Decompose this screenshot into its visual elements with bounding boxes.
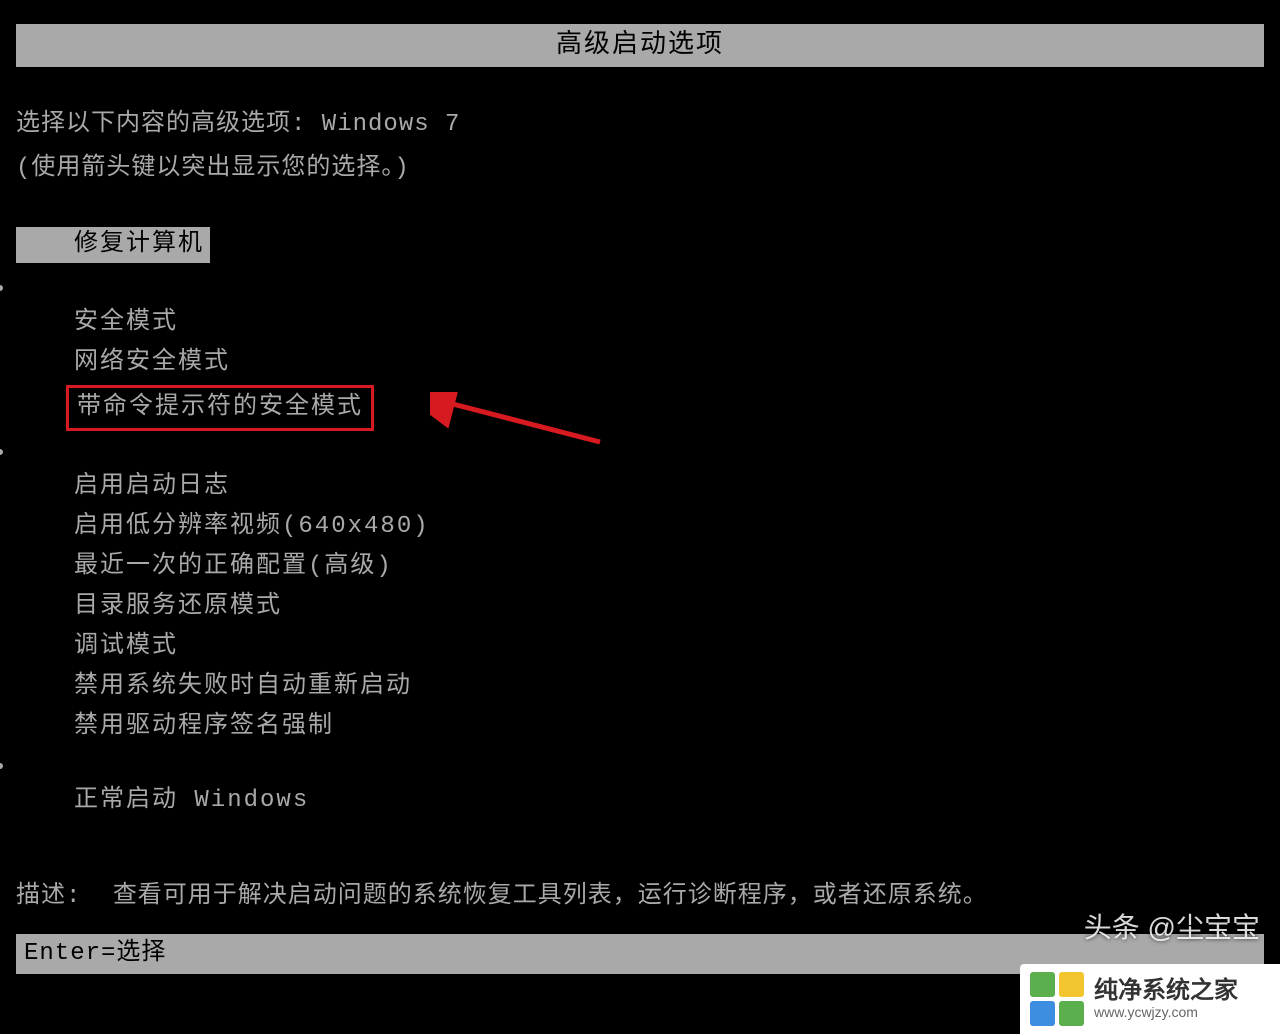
description-label: 描述: — [16, 883, 81, 910]
instruction-sub: (使用箭头键以突出显示您的选择。) — [16, 151, 1264, 187]
menu-item-safe-mode[interactable]: 安全模式 — [16, 305, 1264, 341]
page-title: 高级启动选项 — [556, 30, 724, 60]
boot-options-menu: 修复计算机 安全模式 网络安全模式 带命令提示符的安全模式 启用启动日志 启用低… — [16, 227, 1264, 819]
menu-item-boot-log[interactable]: 启用启动日志 — [16, 469, 1264, 505]
menu-item-safe-mode-cmd-label: 带命令提示符的安全模式 — [69, 394, 363, 421]
instruction-os: Windows 7 — [306, 111, 460, 138]
description-text: 查看可用于解决启动问题的系统恢复工具列表，运行诊断程序，或者还原系统。 — [97, 883, 988, 910]
menu-gap — [16, 749, 1264, 783]
menu-item-safe-mode-network[interactable]: 网络安全模式 — [16, 345, 1264, 381]
windows-logo-icon — [1030, 972, 1084, 1026]
menu-item-disable-restart[interactable]: 禁用系统失败时自动重新启动 — [16, 669, 1264, 705]
footer-hint: Enter=选择 — [24, 940, 166, 967]
boot-menu-content: 选择以下内容的高级选项: Windows 7 (使用箭头键以突出显示您的选择。)… — [0, 67, 1280, 915]
menu-item-normal-start[interactable]: 正常启动 Windows — [16, 783, 1264, 819]
menu-item-repair-label: 修复计算机 — [16, 227, 210, 263]
menu-gap — [16, 271, 1264, 305]
menu-item-safe-mode-cmd[interactable]: 带命令提示符的安全模式 — [16, 385, 1264, 431]
watermark-logo: 纯净系统之家 www.ycwjzy.com — [1020, 964, 1280, 1034]
instruction-prefix: 选择以下内容的高级选项: — [16, 111, 306, 138]
logo-text-block: 纯净系统之家 www.ycwjzy.com — [1094, 978, 1238, 1020]
menu-item-debug[interactable]: 调试模式 — [16, 629, 1264, 665]
title-bar: 高级启动选项 — [16, 24, 1264, 67]
menu-item-low-res[interactable]: 启用低分辨率视频(640x480) — [16, 509, 1264, 545]
menu-item-ds-restore[interactable]: 目录服务还原模式 — [16, 589, 1264, 625]
logo-sub: www.ycwjzy.com — [1094, 1005, 1238, 1020]
menu-item-repair[interactable]: 修复计算机 — [16, 227, 1264, 267]
watermark-text: 头条 @尘宝宝 — [1084, 907, 1260, 949]
logo-main: 纯净系统之家 — [1094, 978, 1238, 1004]
highlight-box: 带命令提示符的安全模式 — [66, 385, 374, 431]
instruction-line: 选择以下内容的高级选项: Windows 7 — [16, 107, 1264, 143]
menu-item-disable-sig[interactable]: 禁用驱动程序签名强制 — [16, 709, 1264, 745]
menu-gap — [16, 435, 1264, 469]
description-row: 描述: 查看可用于解决启动问题的系统恢复工具列表，运行诊断程序，或者还原系统。 — [16, 879, 1264, 915]
menu-item-last-known[interactable]: 最近一次的正确配置(高级) — [16, 549, 1264, 585]
